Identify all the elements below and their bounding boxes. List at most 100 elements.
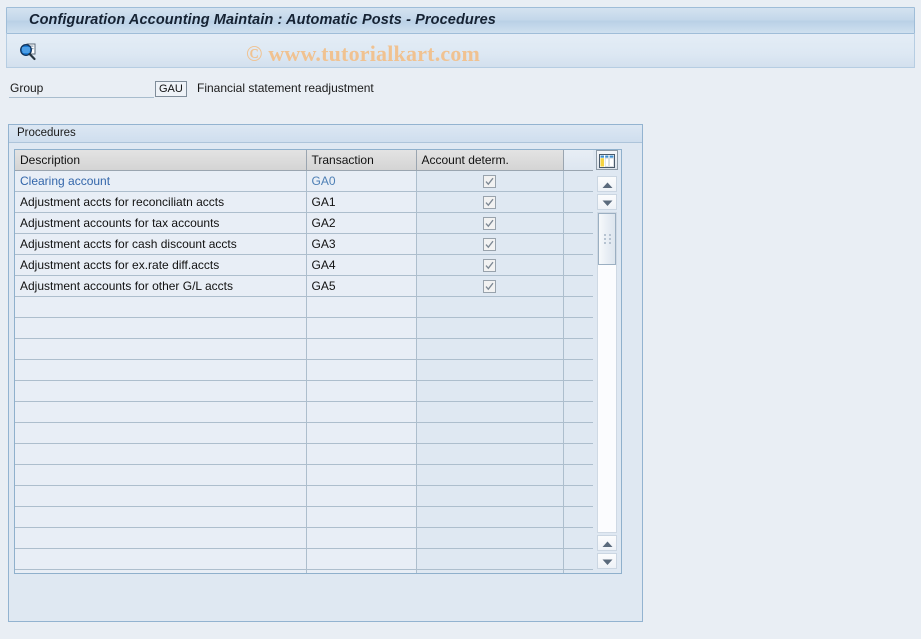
cell-description[interactable] bbox=[15, 296, 307, 318]
cell-account-determ[interactable] bbox=[416, 506, 564, 528]
cell-account-determ[interactable] bbox=[416, 464, 564, 486]
table-row[interactable]: Adjustment accts for cash discount accts… bbox=[15, 233, 593, 255]
table-row-empty[interactable] bbox=[15, 443, 593, 465]
table-row-empty[interactable] bbox=[15, 338, 593, 360]
cell-description[interactable]: Adjustment accts for cash discount accts bbox=[15, 233, 307, 255]
cell-transaction[interactable]: GA5 bbox=[306, 275, 417, 297]
cell-transaction[interactable] bbox=[306, 464, 417, 486]
cell-description[interactable] bbox=[15, 401, 307, 423]
table-row[interactable]: Adjustment accts for reconciliatn accts G… bbox=[15, 191, 593, 213]
cell-transaction[interactable] bbox=[306, 569, 417, 573]
group-label-field: Group bbox=[9, 80, 154, 98]
table-row[interactable]: Adjustment accounts for other G/L accts G… bbox=[15, 275, 593, 297]
cell-transaction[interactable] bbox=[306, 548, 417, 570]
cell-transaction[interactable] bbox=[306, 527, 417, 549]
cell-transaction[interactable]: GA0 bbox=[306, 170, 417, 192]
cell-transaction[interactable] bbox=[306, 506, 417, 528]
scroll-up-button-top[interactable] bbox=[597, 176, 617, 192]
cell-description[interactable] bbox=[15, 443, 307, 465]
table-row-empty[interactable] bbox=[15, 464, 593, 486]
table-row-empty[interactable] bbox=[15, 527, 593, 549]
scroll-down-button-bottom[interactable] bbox=[597, 553, 617, 569]
cell-description[interactable] bbox=[15, 359, 307, 381]
cell-account-determ[interactable] bbox=[416, 485, 564, 507]
cell-account-determ[interactable] bbox=[416, 422, 564, 444]
cell-description[interactable] bbox=[15, 569, 307, 573]
cell-transaction[interactable] bbox=[306, 317, 417, 339]
cell-description[interactable]: Adjustment accounts for tax accounts bbox=[15, 212, 307, 234]
table-row-empty[interactable] bbox=[15, 296, 593, 318]
group-value-input[interactable]: GAU bbox=[155, 81, 187, 97]
account-determ-checkbox[interactable] bbox=[483, 237, 496, 251]
table-row[interactable]: Clearing account GA0 bbox=[15, 170, 593, 192]
cell-account-determ[interactable] bbox=[416, 569, 564, 573]
table-row-empty[interactable] bbox=[15, 317, 593, 339]
cell-account-determ[interactable] bbox=[416, 296, 564, 318]
table-row-empty[interactable] bbox=[15, 380, 593, 402]
cell-account-determ[interactable] bbox=[416, 401, 564, 423]
cell-account-determ[interactable] bbox=[416, 275, 564, 297]
cell-description[interactable] bbox=[15, 527, 307, 549]
cell-account-determ[interactable] bbox=[416, 233, 564, 255]
cell-description[interactable] bbox=[15, 464, 307, 486]
table-row[interactable]: Adjustment accts for ex.rate diff.accts G… bbox=[15, 254, 593, 276]
cell-account-determ[interactable] bbox=[416, 254, 564, 276]
cell-description[interactable]: Adjustment accts for reconciliatn accts bbox=[15, 191, 307, 213]
scroll-up-button-bottom[interactable] bbox=[597, 535, 617, 551]
table-settings-button[interactable] bbox=[596, 150, 618, 170]
cell-transaction[interactable]: GA4 bbox=[306, 254, 417, 276]
cell-account-determ[interactable] bbox=[416, 212, 564, 234]
table-row-empty[interactable] bbox=[15, 359, 593, 381]
cell-account-determ[interactable] bbox=[416, 338, 564, 360]
account-determ-checkbox[interactable] bbox=[483, 174, 496, 188]
cell-account-determ[interactable] bbox=[416, 380, 564, 402]
table-row[interactable]: Adjustment accounts for tax accounts GA2 bbox=[15, 212, 593, 234]
cell-transaction[interactable] bbox=[306, 443, 417, 465]
table-row-empty[interactable] bbox=[15, 401, 593, 423]
cell-account-determ[interactable] bbox=[416, 527, 564, 549]
table-row-empty[interactable] bbox=[15, 422, 593, 444]
cell-account-determ[interactable] bbox=[416, 170, 564, 192]
cell-account-determ[interactable] bbox=[416, 317, 564, 339]
cell-description[interactable] bbox=[15, 548, 307, 570]
cell-transaction[interactable] bbox=[306, 296, 417, 318]
cell-description[interactable] bbox=[15, 506, 307, 528]
account-determ-checkbox[interactable] bbox=[483, 195, 496, 209]
cell-description[interactable] bbox=[15, 338, 307, 360]
column-header-account-determ[interactable]: Account determ. bbox=[416, 150, 564, 171]
account-determ-checkbox[interactable] bbox=[483, 279, 496, 293]
vertical-scrollbar-thumb[interactable] bbox=[598, 213, 616, 265]
table-row-empty[interactable] bbox=[15, 569, 593, 573]
cell-transaction[interactable] bbox=[306, 401, 417, 423]
procedures-table-body: Clearing account GA0 Adjustment accts for … bbox=[15, 170, 593, 573]
cell-account-determ[interactable] bbox=[416, 191, 564, 213]
column-header-description[interactable]: Description bbox=[15, 150, 307, 171]
cell-description[interactable] bbox=[15, 422, 307, 444]
cell-transaction[interactable] bbox=[306, 338, 417, 360]
cell-transaction[interactable]: GA3 bbox=[306, 233, 417, 255]
column-header-transaction[interactable]: Transaction bbox=[306, 150, 417, 171]
cell-description[interactable]: Clearing account bbox=[15, 170, 307, 192]
cell-transaction[interactable] bbox=[306, 422, 417, 444]
cell-transaction[interactable] bbox=[306, 485, 417, 507]
cell-transaction[interactable] bbox=[306, 359, 417, 381]
account-determ-checkbox[interactable] bbox=[483, 216, 496, 230]
table-row-empty[interactable] bbox=[15, 548, 593, 570]
vertical-scrollbar-track[interactable] bbox=[597, 212, 617, 533]
cell-description[interactable]: Adjustment accts for ex.rate diff.accts bbox=[15, 254, 307, 276]
cell-transaction[interactable] bbox=[306, 380, 417, 402]
table-row-empty[interactable] bbox=[15, 506, 593, 528]
cell-transaction[interactable]: GA2 bbox=[306, 212, 417, 234]
cell-description[interactable] bbox=[15, 485, 307, 507]
display-details-button[interactable] bbox=[15, 38, 41, 63]
cell-account-determ[interactable] bbox=[416, 443, 564, 465]
cell-description[interactable] bbox=[15, 317, 307, 339]
cell-description[interactable]: Adjustment accounts for other G/L accts bbox=[15, 275, 307, 297]
account-determ-checkbox[interactable] bbox=[483, 258, 496, 272]
scroll-down-button-top[interactable] bbox=[597, 194, 617, 210]
cell-transaction[interactable]: GA1 bbox=[306, 191, 417, 213]
table-row-empty[interactable] bbox=[15, 485, 593, 507]
cell-account-determ[interactable] bbox=[416, 359, 564, 381]
cell-description[interactable] bbox=[15, 380, 307, 402]
cell-account-determ[interactable] bbox=[416, 548, 564, 570]
